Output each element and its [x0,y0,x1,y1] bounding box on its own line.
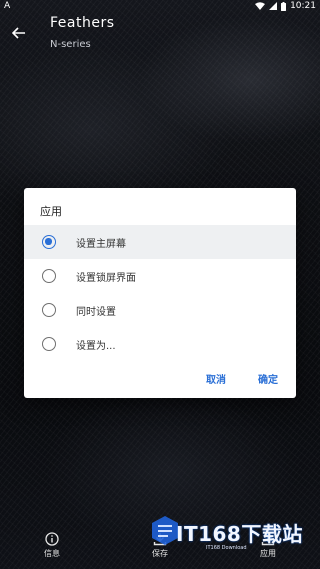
app-bar: Feathers N-series [0,12,320,60]
option-set-home-screen[interactable]: 设置主屏幕 [24,225,296,259]
wallpaper-title: Feathers [50,15,115,31]
signal-icon [269,2,278,10]
radio-button[interactable] [42,269,56,283]
status-bar: A 10:21 [0,0,320,12]
watermark-subtext: IT168 Download [206,545,247,551]
info-label: 信息 [44,549,60,558]
back-button[interactable] [6,20,32,46]
ok-button[interactable]: 确定 [258,371,278,386]
radio-button[interactable] [42,303,56,317]
watermark-text: IT168下载站 [176,522,303,546]
wifi-icon [255,2,266,10]
option-set-as[interactable]: 设置为... [24,327,296,361]
watermark: IT168下载站 IT168 Download [150,512,320,558]
wallpaper-subtitle: N-series [50,39,91,50]
option-set-both[interactable]: 同时设置 [24,293,296,327]
cancel-button[interactable]: 取消 [206,371,226,386]
battery-icon [281,1,287,11]
back-arrow-icon [12,27,25,39]
apply-dialog: 应用 设置主屏幕 设置锁屏界面 同时设置 设置为... 取消 确定 [24,188,296,398]
status-icons: 10:21 [255,0,316,12]
radio-button-checked[interactable] [42,235,56,249]
status-time: 10:21 [290,1,316,11]
dialog-title: 应用 [40,205,62,218]
info-icon [45,532,59,546]
option-label: 设置锁屏界面 [76,273,136,284]
option-set-lock-screen[interactable]: 设置锁屏界面 [24,259,296,293]
radio-button[interactable] [42,337,56,351]
option-label: 设置主屏幕 [76,239,126,250]
option-label: 同时设置 [76,307,116,318]
info-button[interactable]: 信息 [32,529,72,569]
option-label: 设置为... [76,341,116,352]
android-a-icon: A [4,1,11,11]
